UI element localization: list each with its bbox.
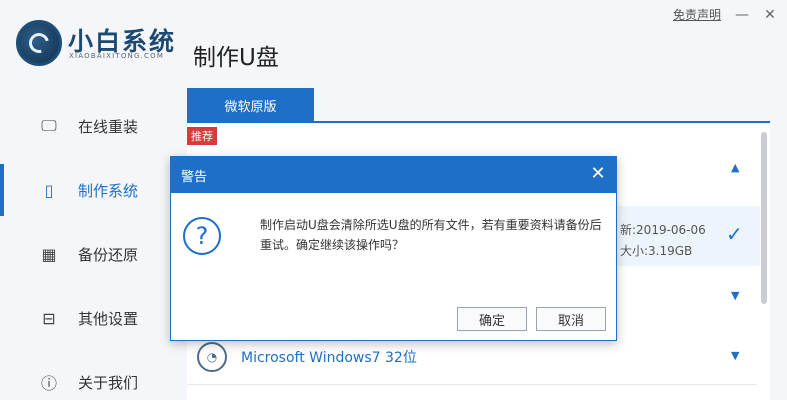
briefcase-icon: ⊟	[42, 308, 56, 328]
disclaimer-link[interactable]: 免责声明	[673, 6, 721, 23]
list-scrollbar[interactable]	[761, 132, 767, 304]
close-window-icon[interactable]: ✕	[763, 7, 777, 23]
expand-arrow-icon[interactable]: ▼	[731, 349, 739, 362]
sidebar-item-label: 制作系统	[78, 181, 139, 200]
window-controls: 免责声明 — ✕	[673, 6, 777, 23]
sidebar-item-online-reinstall[interactable]: 🖵 在线重装	[0, 94, 176, 158]
row-divider	[187, 384, 757, 385]
sidebar-item-make-system[interactable]: ▯ 制作系统	[0, 158, 176, 222]
sidebar-item-about-us[interactable]: ⓘ 关于我们	[0, 350, 176, 400]
windows-logo-icon: ◔	[197, 342, 227, 372]
dialog-close-icon[interactable]: ✕	[588, 164, 608, 184]
grid-icon: ▦	[41, 244, 57, 264]
file-size: 大小:3.19GB	[620, 244, 693, 258]
dialog-message: 制作启动U盘会清除所选U盘的所有文件，若有重要资料请备份后重试。确定继续该操作吗…	[260, 218, 602, 252]
info-icon: ⓘ	[40, 374, 57, 393]
logo-mark-icon	[25, 29, 53, 57]
tab-microsoft-original[interactable]: 微软原版	[187, 88, 314, 122]
sidebar-item-backup-restore[interactable]: ▦ 备份还原	[0, 222, 176, 286]
sidebar-item-other-settings[interactable]: ⊟ 其他设置	[0, 286, 176, 350]
usb-icon: ▯	[44, 180, 54, 200]
release-date: 新:2019-06-06	[620, 223, 706, 237]
sidebar-item-label: 在线重装	[78, 117, 139, 136]
cancel-button[interactable]: 取消	[536, 307, 606, 331]
confirm-button[interactable]: 确定	[457, 307, 527, 331]
sidebar-item-label: 关于我们	[78, 373, 139, 392]
minimize-icon[interactable]: —	[735, 7, 749, 23]
logo	[16, 20, 62, 66]
warning-dialog: 警告 ✕ ? 制作启动U盘会清除所选U盘的所有文件，若有重要资料请备份后重试。确…	[170, 156, 617, 341]
sidebar-item-label: 其他设置	[78, 309, 139, 328]
brand-url: XIAOBAIXITONG.COM	[69, 52, 165, 60]
sidebar-item-label: 备份还原	[78, 245, 139, 264]
page-title: 制作U盘	[193, 45, 279, 71]
dialog-title: 警告	[181, 169, 208, 185]
recommend-badge: 推荐	[187, 127, 217, 145]
question-icon: ?	[183, 217, 221, 255]
sidebar: 🖵 在线重装 ▯ 制作系统 ▦ 备份还原 ⊟ 其他设置 ⓘ 关于我们	[0, 94, 176, 400]
monitor-icon: 🖵	[41, 116, 57, 135]
list-item-label: Microsoft Windows7 32位	[241, 350, 417, 366]
expand-arrow-icon[interactable]: ▼	[731, 289, 739, 302]
check-icon: ✓	[726, 222, 743, 246]
tab-underline	[187, 121, 770, 123]
dialog-header: 警告 ✕	[171, 157, 616, 193]
collapse-arrow-icon[interactable]: ▲	[731, 161, 739, 174]
